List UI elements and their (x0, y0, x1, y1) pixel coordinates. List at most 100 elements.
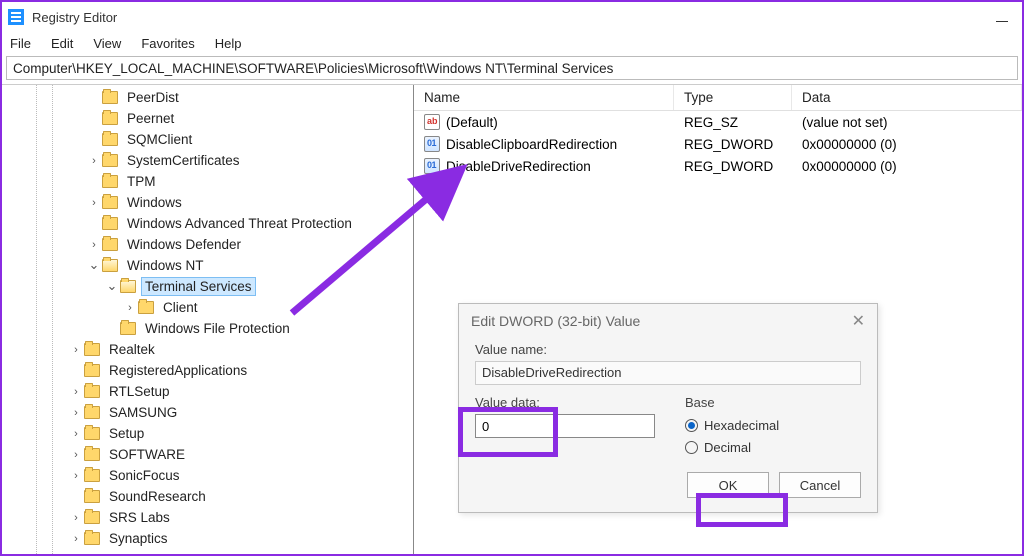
value-data: 0x00000000 (0) (792, 159, 1022, 174)
value-data: (value not set) (792, 115, 1022, 130)
close-icon[interactable]: ✕ (852, 311, 865, 331)
tree-item[interactable]: RTLSetup (34, 381, 413, 402)
minimize-button[interactable] (996, 21, 1008, 22)
registry-editor-window: Registry Editor File Edit View Favorites… (0, 0, 1024, 556)
list-header: Name Type Data (414, 85, 1022, 111)
tree-item[interactable]: Windows File Protection (34, 318, 413, 339)
chevron-right-icon[interactable] (70, 344, 82, 356)
tree-item-label: Windows NT (124, 257, 207, 274)
tree-item[interactable]: TPM (34, 171, 413, 192)
value-name: DisableClipboardRedirection (446, 137, 617, 152)
tree-item-label: Realtek (106, 341, 158, 358)
chevron-right-icon[interactable] (70, 386, 82, 398)
chevron-right-icon[interactable] (70, 533, 82, 545)
hex-label: Hexadecimal (704, 418, 779, 433)
tree-item-label: Windows (124, 194, 185, 211)
address-text: Computer\HKEY_LOCAL_MACHINE\SOFTWARE\Pol… (13, 61, 613, 76)
menu-favorites[interactable]: Favorites (141, 36, 194, 51)
folder-icon (102, 217, 118, 230)
value-type: REG_DWORD (674, 159, 792, 174)
tree-item[interactable]: Peernet (34, 108, 413, 129)
dword-value-icon (424, 158, 440, 174)
tree-item-label: PeerDist (124, 89, 182, 106)
header-type[interactable]: Type (674, 85, 792, 110)
tree-item[interactable]: Setup (34, 423, 413, 444)
tree-item[interactable]: SAMSUNG (34, 402, 413, 423)
radio-dot-icon (685, 419, 698, 432)
chevron-right-icon[interactable] (124, 302, 136, 314)
ok-button[interactable]: OK (687, 472, 769, 498)
tree-item[interactable]: RegisteredApplications (34, 360, 413, 381)
chevron-right-icon[interactable] (88, 239, 100, 251)
tree-item[interactable]: SRS Labs (34, 507, 413, 528)
folder-icon (102, 196, 118, 209)
chevron-right-icon[interactable] (70, 470, 82, 482)
folder-icon (84, 343, 100, 356)
chevron-right-icon[interactable] (88, 197, 100, 209)
folder-icon (84, 385, 100, 398)
tree-item-label: SQMClient (124, 131, 195, 148)
folder-icon (84, 532, 100, 545)
radio-decimal[interactable]: Decimal (685, 436, 861, 458)
menu-file[interactable]: File (10, 36, 31, 51)
tree-item-label: SAMSUNG (106, 404, 180, 421)
radio-dot-icon (685, 441, 698, 454)
cancel-button[interactable]: Cancel (779, 472, 861, 498)
value-data-input[interactable] (475, 414, 655, 438)
tree-item[interactable]: SQMClient (34, 129, 413, 150)
tree-item-label: RegisteredApplications (106, 362, 250, 379)
tree-item[interactable]: SOFTWARE (34, 444, 413, 465)
chevron-down-icon[interactable] (88, 260, 100, 272)
tree-item-label: Windows File Protection (142, 320, 293, 337)
tree-item-label: Terminal Services (142, 278, 255, 295)
list-row[interactable]: (Default)REG_SZ(value not set) (414, 111, 1022, 133)
tree-item[interactable]: Realtek (34, 339, 413, 360)
chevron-right-icon[interactable] (70, 449, 82, 461)
tree-pane[interactable]: PeerDist Peernet SQMClient SystemCertificat… (2, 85, 414, 554)
chevron-down-icon[interactable] (106, 281, 118, 293)
folder-icon (102, 259, 118, 272)
list-row[interactable]: DisableDriveRedirectionREG_DWORD0x000000… (414, 155, 1022, 177)
menu-view[interactable]: View (93, 36, 121, 51)
tree-item[interactable]: SonicFocus (34, 465, 413, 486)
tree-item-label: Client (160, 299, 201, 316)
tree-item[interactable]: Windows Advanced Threat Protection (34, 213, 413, 234)
list-row[interactable]: DisableClipboardRedirectionREG_DWORD0x00… (414, 133, 1022, 155)
folder-icon (84, 511, 100, 524)
tree-item-label: TPM (124, 173, 159, 190)
tree-item[interactable]: SoundResearch (34, 486, 413, 507)
folder-icon (84, 364, 100, 377)
radio-hexadecimal[interactable]: Hexadecimal (685, 414, 861, 436)
value-name: (Default) (446, 115, 498, 130)
tree-item[interactable]: SystemCertificates (34, 150, 413, 171)
chevron-right-icon[interactable] (70, 428, 82, 440)
tree-item[interactable]: PeerDist (34, 87, 413, 108)
folder-icon (102, 154, 118, 167)
tree-item-label: SOFTWARE (106, 446, 188, 463)
tree-item[interactable]: Windows (34, 192, 413, 213)
tree-item[interactable]: Terminal Services (34, 276, 413, 297)
value-type: REG_DWORD (674, 137, 792, 152)
value-data-label: Value data: (475, 395, 655, 410)
tree-item-label: SRS Labs (106, 509, 173, 526)
dec-label: Decimal (704, 440, 751, 455)
chevron-right-icon[interactable] (70, 407, 82, 419)
folder-icon (84, 406, 100, 419)
tree-item[interactable]: Windows NT (34, 255, 413, 276)
folder-icon (102, 175, 118, 188)
menu-edit[interactable]: Edit (51, 36, 73, 51)
menu-help[interactable]: Help (215, 36, 242, 51)
folder-icon (102, 238, 118, 251)
header-data[interactable]: Data (792, 85, 1022, 110)
chevron-right-icon[interactable] (88, 155, 100, 167)
tree-item[interactable]: Synaptics (34, 528, 413, 549)
title-bar: Registry Editor (2, 2, 1022, 32)
tree-item[interactable]: Windows Defender (34, 234, 413, 255)
value-name-field: DisableDriveRedirection (475, 361, 861, 385)
chevron-right-icon[interactable] (70, 512, 82, 524)
tree-item-label: Windows Defender (124, 236, 244, 253)
tree-item[interactable]: Client (34, 297, 413, 318)
header-name[interactable]: Name (414, 85, 674, 110)
address-bar[interactable]: Computer\HKEY_LOCAL_MACHINE\SOFTWARE\Pol… (6, 56, 1018, 80)
value-name-label: Value name: (475, 342, 861, 357)
